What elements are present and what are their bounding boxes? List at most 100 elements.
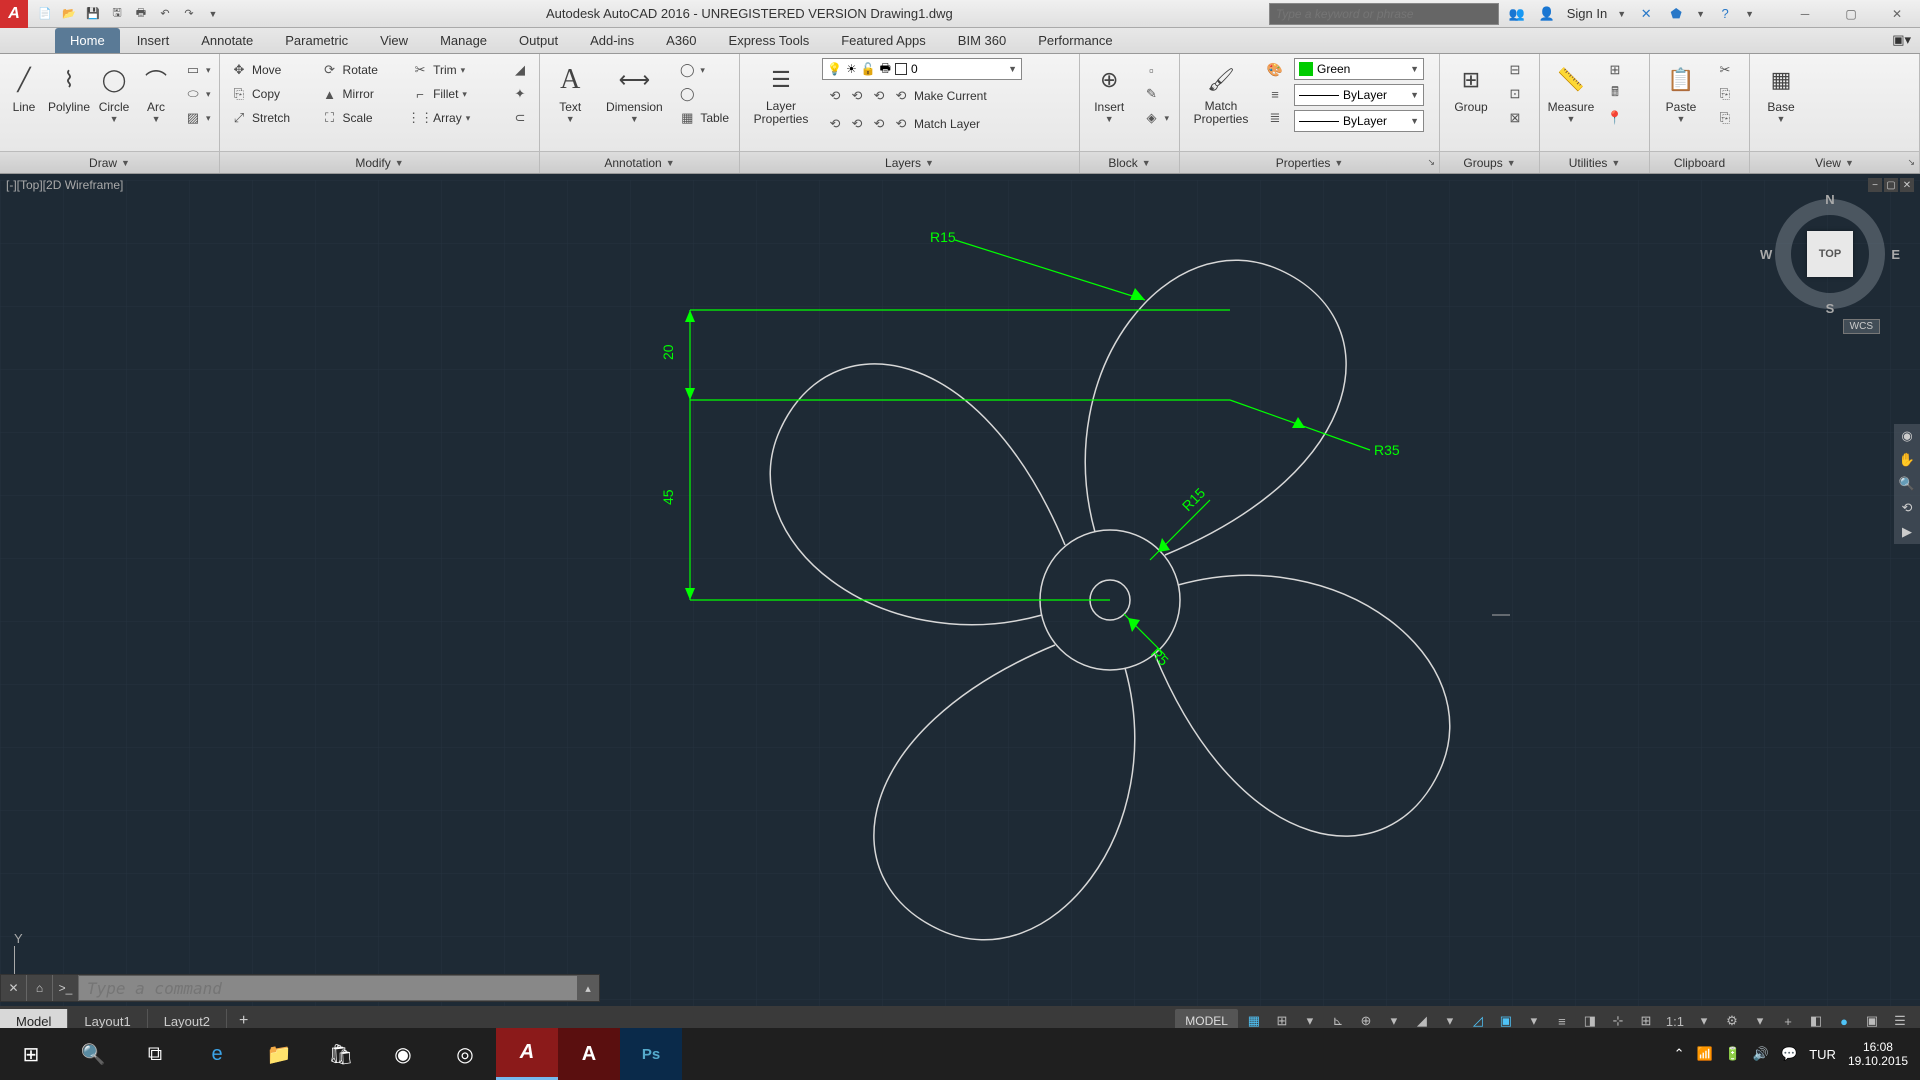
wcs-label[interactable]: WCS (1843, 319, 1880, 334)
print-icon[interactable]: 🖶 (130, 4, 152, 24)
cmd-history-icon[interactable]: ▴ (577, 982, 599, 995)
arc-button[interactable]: ⌒Arc▼ (138, 58, 174, 128)
tab-insert[interactable]: Insert (122, 28, 185, 53)
help-search[interactable] (1269, 3, 1499, 25)
create-block[interactable]: ▫ (1138, 58, 1173, 82)
nav-showmotion-icon[interactable]: ▶ (1902, 524, 1912, 540)
group-button[interactable]: ⊞Group (1446, 58, 1496, 118)
sign-in-button[interactable]: Sign In (1567, 6, 1607, 21)
cmd-recent-icon[interactable]: ⌂ (27, 975, 53, 1001)
layer-properties-button[interactable]: ☰Layer Properties (746, 58, 816, 130)
match-layer-button[interactable]: ⟲⟲⟲⟲Match Layer (822, 112, 1022, 136)
tab-a360[interactable]: A360 (651, 28, 711, 53)
fillet-button[interactable]: ⌐Fillet▾ (407, 82, 501, 106)
tab-annotate[interactable]: Annotate (186, 28, 268, 53)
viewport-label[interactable]: [-][Top][2D Wireframe] (6, 178, 123, 192)
base-button[interactable]: ▦Base▼ (1756, 58, 1806, 128)
id-point[interactable]: 📍 (1602, 106, 1628, 130)
copy-clip[interactable]: ⎘ (1712, 82, 1738, 106)
maximize-button[interactable]: ▢ (1828, 0, 1874, 28)
nav-pan-icon[interactable]: ✋ (1899, 452, 1915, 468)
copybase[interactable]: ⎘ (1712, 106, 1738, 130)
make-current-button[interactable]: ⟲⟲⟲⟲Make Current (822, 84, 1022, 108)
array-button[interactable]: ⋮⋮Array▾ (407, 106, 501, 130)
clock[interactable]: 16:08 19.10.2015 (1848, 1040, 1908, 1069)
nav-wheel-icon[interactable]: ◉ (1901, 428, 1912, 444)
tab-parametric[interactable]: Parametric (270, 28, 363, 53)
quick-calc[interactable]: 🖩 (1602, 82, 1628, 106)
rotate-button[interactable]: ⟳Rotate (317, 58, 402, 82)
color-dropdown[interactable]: Green▼ (1294, 58, 1424, 80)
start-button[interactable]: ⊞ (0, 1028, 62, 1080)
tab-express[interactable]: Express Tools (714, 28, 825, 53)
cut[interactable]: ✂ (1712, 58, 1738, 82)
move-button[interactable]: ✥Move (226, 58, 311, 82)
help-dropdown[interactable]: ▼ (1745, 9, 1754, 19)
match-props-button[interactable]: 🖌Match Properties (1186, 58, 1256, 130)
measure-button[interactable]: 📏Measure▼ (1546, 58, 1596, 128)
camtasia-icon[interactable]: ◎ (434, 1028, 496, 1080)
explode-button[interactable]: ✦ (507, 82, 533, 106)
qat-dropdown-icon[interactable]: ▼ (202, 4, 224, 24)
nav-zoom-icon[interactable]: 🔍 (1899, 476, 1915, 492)
a360-icon[interactable]: ⬟ (1666, 4, 1686, 24)
tab-addins[interactable]: Add-ins (575, 28, 649, 53)
acrobat-icon[interactable]: A (558, 1028, 620, 1080)
mirror-button[interactable]: ▲Mirror (317, 82, 402, 106)
tab-performance[interactable]: Performance (1023, 28, 1127, 53)
vp-max-icon[interactable]: ▢ (1884, 178, 1898, 192)
panel-annotation-title[interactable]: Annotation▼ (540, 151, 739, 173)
minimize-button[interactable]: ─ (1782, 0, 1828, 28)
mleader-button[interactable]: ◯ (674, 82, 733, 106)
autocad-taskbar-icon[interactable]: A (496, 1028, 558, 1080)
tab-manage[interactable]: Manage (425, 28, 502, 53)
tab-home[interactable]: Home (55, 28, 120, 53)
lt-button[interactable]: ≣ (1262, 106, 1288, 130)
panel-block-title[interactable]: Block▼ (1080, 151, 1179, 173)
attr-block[interactable]: ◈▾ (1138, 106, 1173, 130)
viewcube[interactable]: N S W E TOP (1770, 194, 1890, 314)
dimension-button[interactable]: ⟷Dimension▼ (600, 58, 668, 128)
leader-button[interactable]: ◯▾ (674, 58, 733, 82)
signin-dropdown[interactable]: ▼ (1617, 9, 1626, 19)
search-icon[interactable]: 🔍 (62, 1028, 124, 1080)
infocenter-icon[interactable]: 👥 (1507, 4, 1527, 24)
open-icon[interactable]: 📂 (58, 4, 80, 24)
tab-featured[interactable]: Featured Apps (826, 28, 941, 53)
select-all[interactable]: ⊞ (1602, 58, 1628, 82)
notifications-icon[interactable]: 💬 (1781, 1046, 1797, 1062)
app-logo[interactable]: A (0, 0, 28, 28)
panel-modify-title[interactable]: Modify▼ (220, 151, 539, 173)
command-line[interactable]: ✕ ⌂ >_ ▴ (0, 974, 600, 1002)
panel-layers-title[interactable]: Layers▼ (740, 151, 1079, 173)
signin-icon[interactable]: 👤 (1537, 4, 1557, 24)
volume-icon[interactable]: 🔊 (1753, 1046, 1769, 1062)
insert-button[interactable]: ⊕Insert▼ (1086, 58, 1132, 128)
circle-button[interactable]: ◯Circle▼ (96, 58, 132, 128)
copy-button[interactable]: ⎘Copy (226, 82, 311, 106)
line-button[interactable]: ╱Line (6, 58, 42, 118)
cmd-close-icon[interactable]: ✕ (1, 975, 27, 1001)
offset-button[interactable]: ⊂ (507, 106, 533, 130)
ungroup[interactable]: ⊟ (1502, 58, 1528, 82)
linetype-dropdown[interactable]: ByLayer▼ (1294, 110, 1424, 132)
tray-up-icon[interactable]: ⌃ (1674, 1046, 1685, 1062)
ellipse-button[interactable]: ⬭▾ (180, 82, 215, 106)
panel-properties-title[interactable]: Properties▼↘ (1180, 151, 1439, 173)
new-icon[interactable]: 📄 (34, 4, 56, 24)
edit-block[interactable]: ✎ (1138, 82, 1173, 106)
panel-view-title[interactable]: View▼↘ (1750, 151, 1919, 173)
tab-output[interactable]: Output (504, 28, 573, 53)
save-icon[interactable]: 💾 (82, 4, 104, 24)
tab-bim360[interactable]: BIM 360 (943, 28, 1021, 53)
command-input[interactable] (79, 976, 577, 1000)
table-button[interactable]: ▦Table (674, 106, 733, 130)
close-button[interactable]: ✕ (1874, 0, 1920, 28)
explorer-icon[interactable]: 📁 (248, 1028, 310, 1080)
color-button[interactable]: 🎨 (1262, 58, 1288, 82)
hatch-button[interactable]: ▨▾ (180, 106, 215, 130)
a360-dropdown[interactable]: ▼ (1696, 9, 1705, 19)
lineweight-dropdown[interactable]: ByLayer▼ (1294, 84, 1424, 106)
scale-button[interactable]: ⛶Scale (317, 106, 402, 130)
paste-button[interactable]: 📋Paste▼ (1656, 58, 1706, 128)
